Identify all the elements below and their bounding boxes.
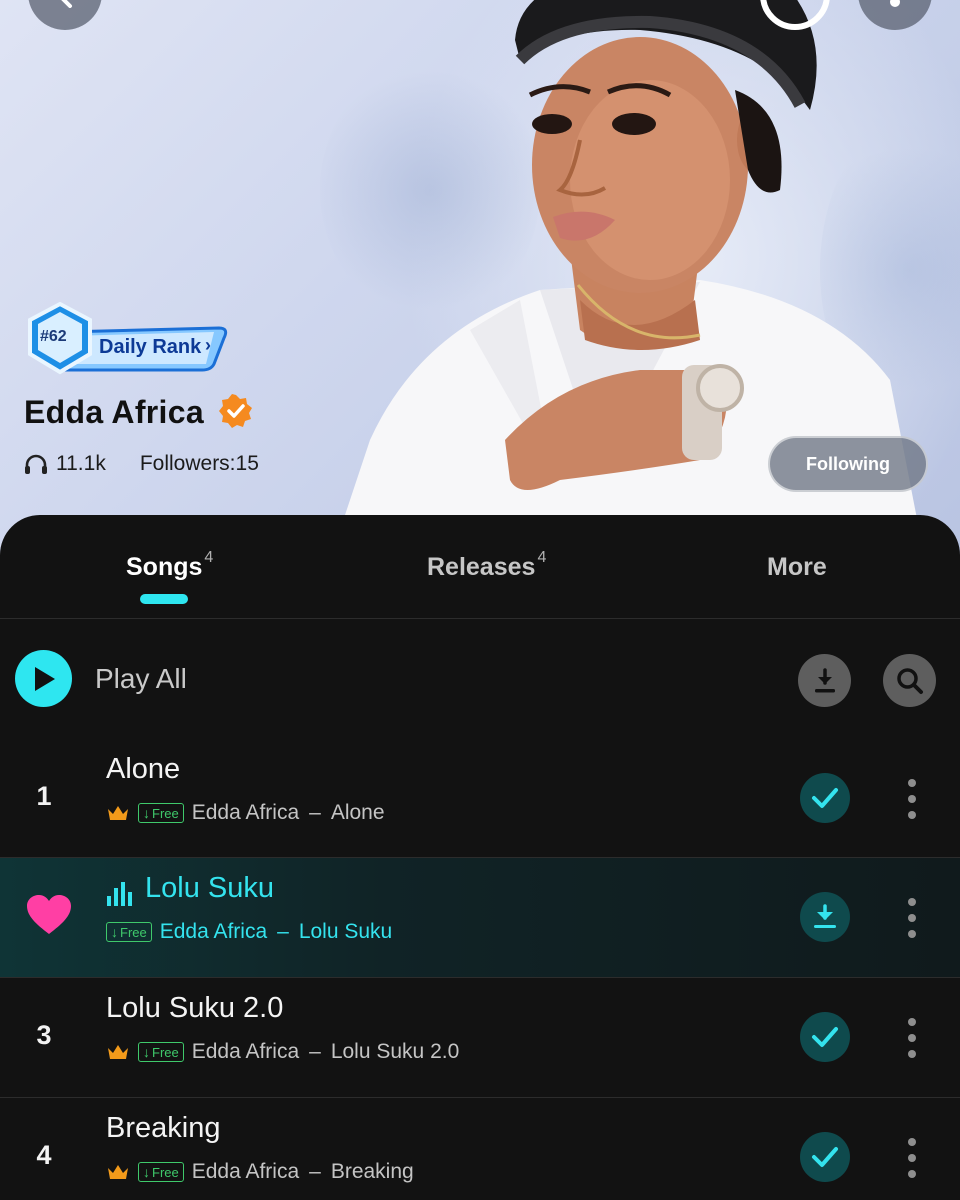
- song-album: Alone: [330, 801, 385, 824]
- search-button[interactable]: [883, 654, 936, 707]
- tab-count: 4: [537, 549, 547, 566]
- tab-bar: Songs 4 Releases 4 More: [0, 515, 960, 619]
- downloaded-button[interactable]: [800, 773, 850, 823]
- song-title: Breaking: [106, 1112, 221, 1144]
- download-icon: [814, 904, 836, 928]
- verified-badge-icon: [219, 394, 252, 428]
- tab-songs[interactable]: Songs 4: [126, 549, 213, 582]
- song-options-button[interactable]: [903, 1018, 921, 1058]
- song-row[interactable]: 4 Breaking ↓ Free Edda Africa – Breaking: [0, 1097, 960, 1200]
- song-meta: ↓ Free Edda Africa – Breaking: [106, 1160, 414, 1184]
- daily-rank-badge[interactable]: #62 Daily Rank ›: [24, 301, 229, 382]
- play-all-label[interactable]: Play All: [95, 663, 187, 695]
- track-number: 1: [36, 781, 52, 811]
- free-download-tag: ↓ Free: [138, 803, 184, 823]
- chevron-right-icon: ›: [205, 335, 211, 355]
- song-meta: ↓ Free Edda Africa – Lolu Suku 2.0: [106, 1040, 459, 1064]
- tab-label: Songs: [126, 553, 203, 581]
- downloaded-button[interactable]: [800, 1012, 850, 1062]
- artist-stats: 11.1k Followers:15: [24, 452, 259, 476]
- tab-releases[interactable]: Releases 4: [427, 549, 546, 582]
- song-artist: Edda Africa: [159, 920, 268, 943]
- headphones-icon: [25, 454, 47, 474]
- checkmark-icon: [812, 1027, 838, 1047]
- song-meta: ↓ Free Edda Africa – Lolu Suku: [106, 920, 392, 944]
- song-options-button[interactable]: [903, 779, 921, 819]
- download-icon: [814, 667, 835, 692]
- song-title: Lolu Suku: [145, 872, 274, 904]
- artist-name: Edda Africa: [24, 394, 204, 430]
- artist-hero: #62 Daily Rank › Edda Africa 11.1k Follo…: [0, 0, 960, 560]
- heart-icon[interactable]: [26, 894, 72, 936]
- downloaded-button[interactable]: [800, 1132, 850, 1182]
- track-number: 4: [36, 1140, 52, 1170]
- track-number: 3: [36, 1020, 52, 1050]
- follower-count: Followers:15: [139, 452, 259, 475]
- song-meta: ↓ Free Edda Africa – Alone: [106, 801, 385, 825]
- song-options-button[interactable]: [903, 1138, 921, 1178]
- tab-label: More: [767, 553, 827, 581]
- more-vertical-icon: [890, 0, 900, 7]
- active-tab-indicator: [140, 594, 188, 604]
- tab-count: 4: [204, 549, 214, 566]
- play-all-button[interactable]: [15, 650, 72, 707]
- checkmark-icon: [812, 1147, 838, 1167]
- song-row[interactable]: 3 Lolu Suku 2.0 ↓ Free Edda Africa – Lolu…: [0, 977, 960, 1097]
- rank-label: Daily Rank: [99, 336, 202, 358]
- free-download-tag: ↓ Free: [138, 1162, 184, 1182]
- now-playing-icon: [107, 882, 132, 906]
- free-download-tag: ↓ Free: [138, 1042, 184, 1062]
- search-icon: [896, 667, 923, 694]
- song-artist: Edda Africa: [191, 1040, 300, 1063]
- download-button[interactable]: [800, 892, 850, 942]
- download-all-button[interactable]: [798, 654, 851, 707]
- play-icon: [34, 666, 55, 691]
- song-artist: Edda Africa: [191, 801, 300, 824]
- play-all-row: Play All: [0, 619, 960, 739]
- song-options-button[interactable]: [903, 898, 921, 938]
- tab-more[interactable]: More: [767, 553, 827, 582]
- free-download-tag: ↓ Free: [106, 922, 152, 942]
- song-row[interactable]: 1 Alone ↓ Free Edda Africa – Alone: [0, 739, 960, 859]
- song-artist: Edda Africa: [191, 1160, 300, 1183]
- song-album: Lolu Suku 2.0: [330, 1040, 460, 1063]
- crown-icon: [108, 1045, 128, 1059]
- song-row-playing[interactable]: Lolu Suku ↓ Free Edda Africa – Lolu Suku: [0, 857, 960, 977]
- listen-count: 11.1k: [56, 452, 106, 475]
- song-album: Breaking: [330, 1160, 414, 1183]
- songs-panel: Songs 4 Releases 4 More Play All 1 Alone…: [0, 515, 960, 1200]
- checkmark-icon: [812, 788, 838, 808]
- tab-label: Releases: [427, 553, 536, 581]
- chevron-left-icon: [61, 0, 72, 8]
- following-button[interactable]: Following: [768, 436, 928, 492]
- song-title: Alone: [106, 753, 181, 785]
- song-album: Lolu Suku: [298, 920, 393, 943]
- rank-number: #62: [40, 328, 67, 345]
- song-title: Lolu Suku 2.0: [106, 992, 284, 1024]
- crown-icon: [108, 806, 128, 820]
- crown-icon: [108, 1165, 128, 1179]
